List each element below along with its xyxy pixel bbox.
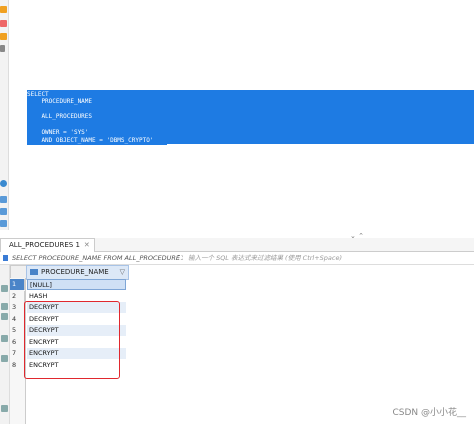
row-number[interactable]: 1 [10,279,25,290]
sql-line: AND OBJECT_NAME = 'DBMS_CRYPTO' [27,137,154,144]
grid-side-toolbar [0,265,10,424]
export-icon[interactable] [0,196,7,203]
row-number[interactable]: 4 [10,313,25,325]
selection-highlight [27,90,474,144]
results-tab-bar: ALL_PROCEDURES 1 ✕ [0,238,474,252]
record-view-icon[interactable] [1,313,8,320]
row-number[interactable]: 6 [10,336,25,348]
filter-input[interactable]: 输入一个 SQL 表达式来过滤结果 (使用 Ctrl+Space) [188,252,342,264]
tab-all-procedures[interactable]: ALL_PROCEDURES 1 ✕ [0,238,95,252]
row-number[interactable]: 2 [10,290,25,302]
close-icon[interactable]: ✕ [84,239,90,252]
execute-script-icon[interactable] [0,33,7,40]
column-header-label: PROCEDURE_NAME [41,268,109,276]
cell-procedure-name[interactable]: [NULL] [27,279,126,290]
filter-icon[interactable]: ⛶ [178,252,183,264]
export-data-icon[interactable] [1,405,8,412]
query-filter-bar: SELECT PROCEDURE_NAME FROM ALL_PROCEDURE… [0,252,474,265]
document-icon[interactable] [0,45,5,52]
row-number[interactable]: 3 [10,302,25,313]
table-row[interactable]: 1 [NULL] [10,279,474,291]
sql-line: ALL_PROCEDURES [27,113,93,120]
import-icon[interactable] [0,208,7,215]
sort-icon[interactable]: ▽ [120,266,125,279]
grid-view-icon[interactable] [1,285,8,292]
watermark: CSDN @小小花__ [392,408,466,418]
sql-line: PROCEDURE_NAME [27,98,93,105]
sql-line: FROM [9,105,24,112]
refresh-icon[interactable] [1,355,8,362]
cell-procedure-name[interactable]: HASH [27,291,126,302]
editor-toolbar [0,0,9,230]
tab-label: ALL_PROCEDURES 1 [9,241,80,249]
row-number[interactable]: 7 [10,348,25,359]
text-view-icon[interactable] [1,303,8,310]
query-text: SELECT PROCEDURE_NAME FROM ALL_PROCEDURE [12,254,181,262]
column-header-procedure-name[interactable]: PROCEDURE_NAME ▽ [26,265,129,280]
execute-icon[interactable] [0,6,7,13]
settings-icon[interactable] [0,180,7,187]
sql-line: OWNER = 'SYS' [27,129,89,136]
row-number[interactable]: 5 [10,325,25,336]
row-number[interactable]: 8 [10,359,25,371]
panel-icon[interactable] [1,335,8,342]
sql-icon [3,255,8,261]
stop-icon[interactable] [0,20,7,27]
sql-line: WHERE [9,121,28,128]
sql-editor[interactable]: SELECT PROCEDURE_NAME FROM ALL_PROCEDURE… [9,0,474,230]
format-icon[interactable] [0,220,7,227]
highlight-box [24,301,120,379]
column-icon [30,269,38,275]
